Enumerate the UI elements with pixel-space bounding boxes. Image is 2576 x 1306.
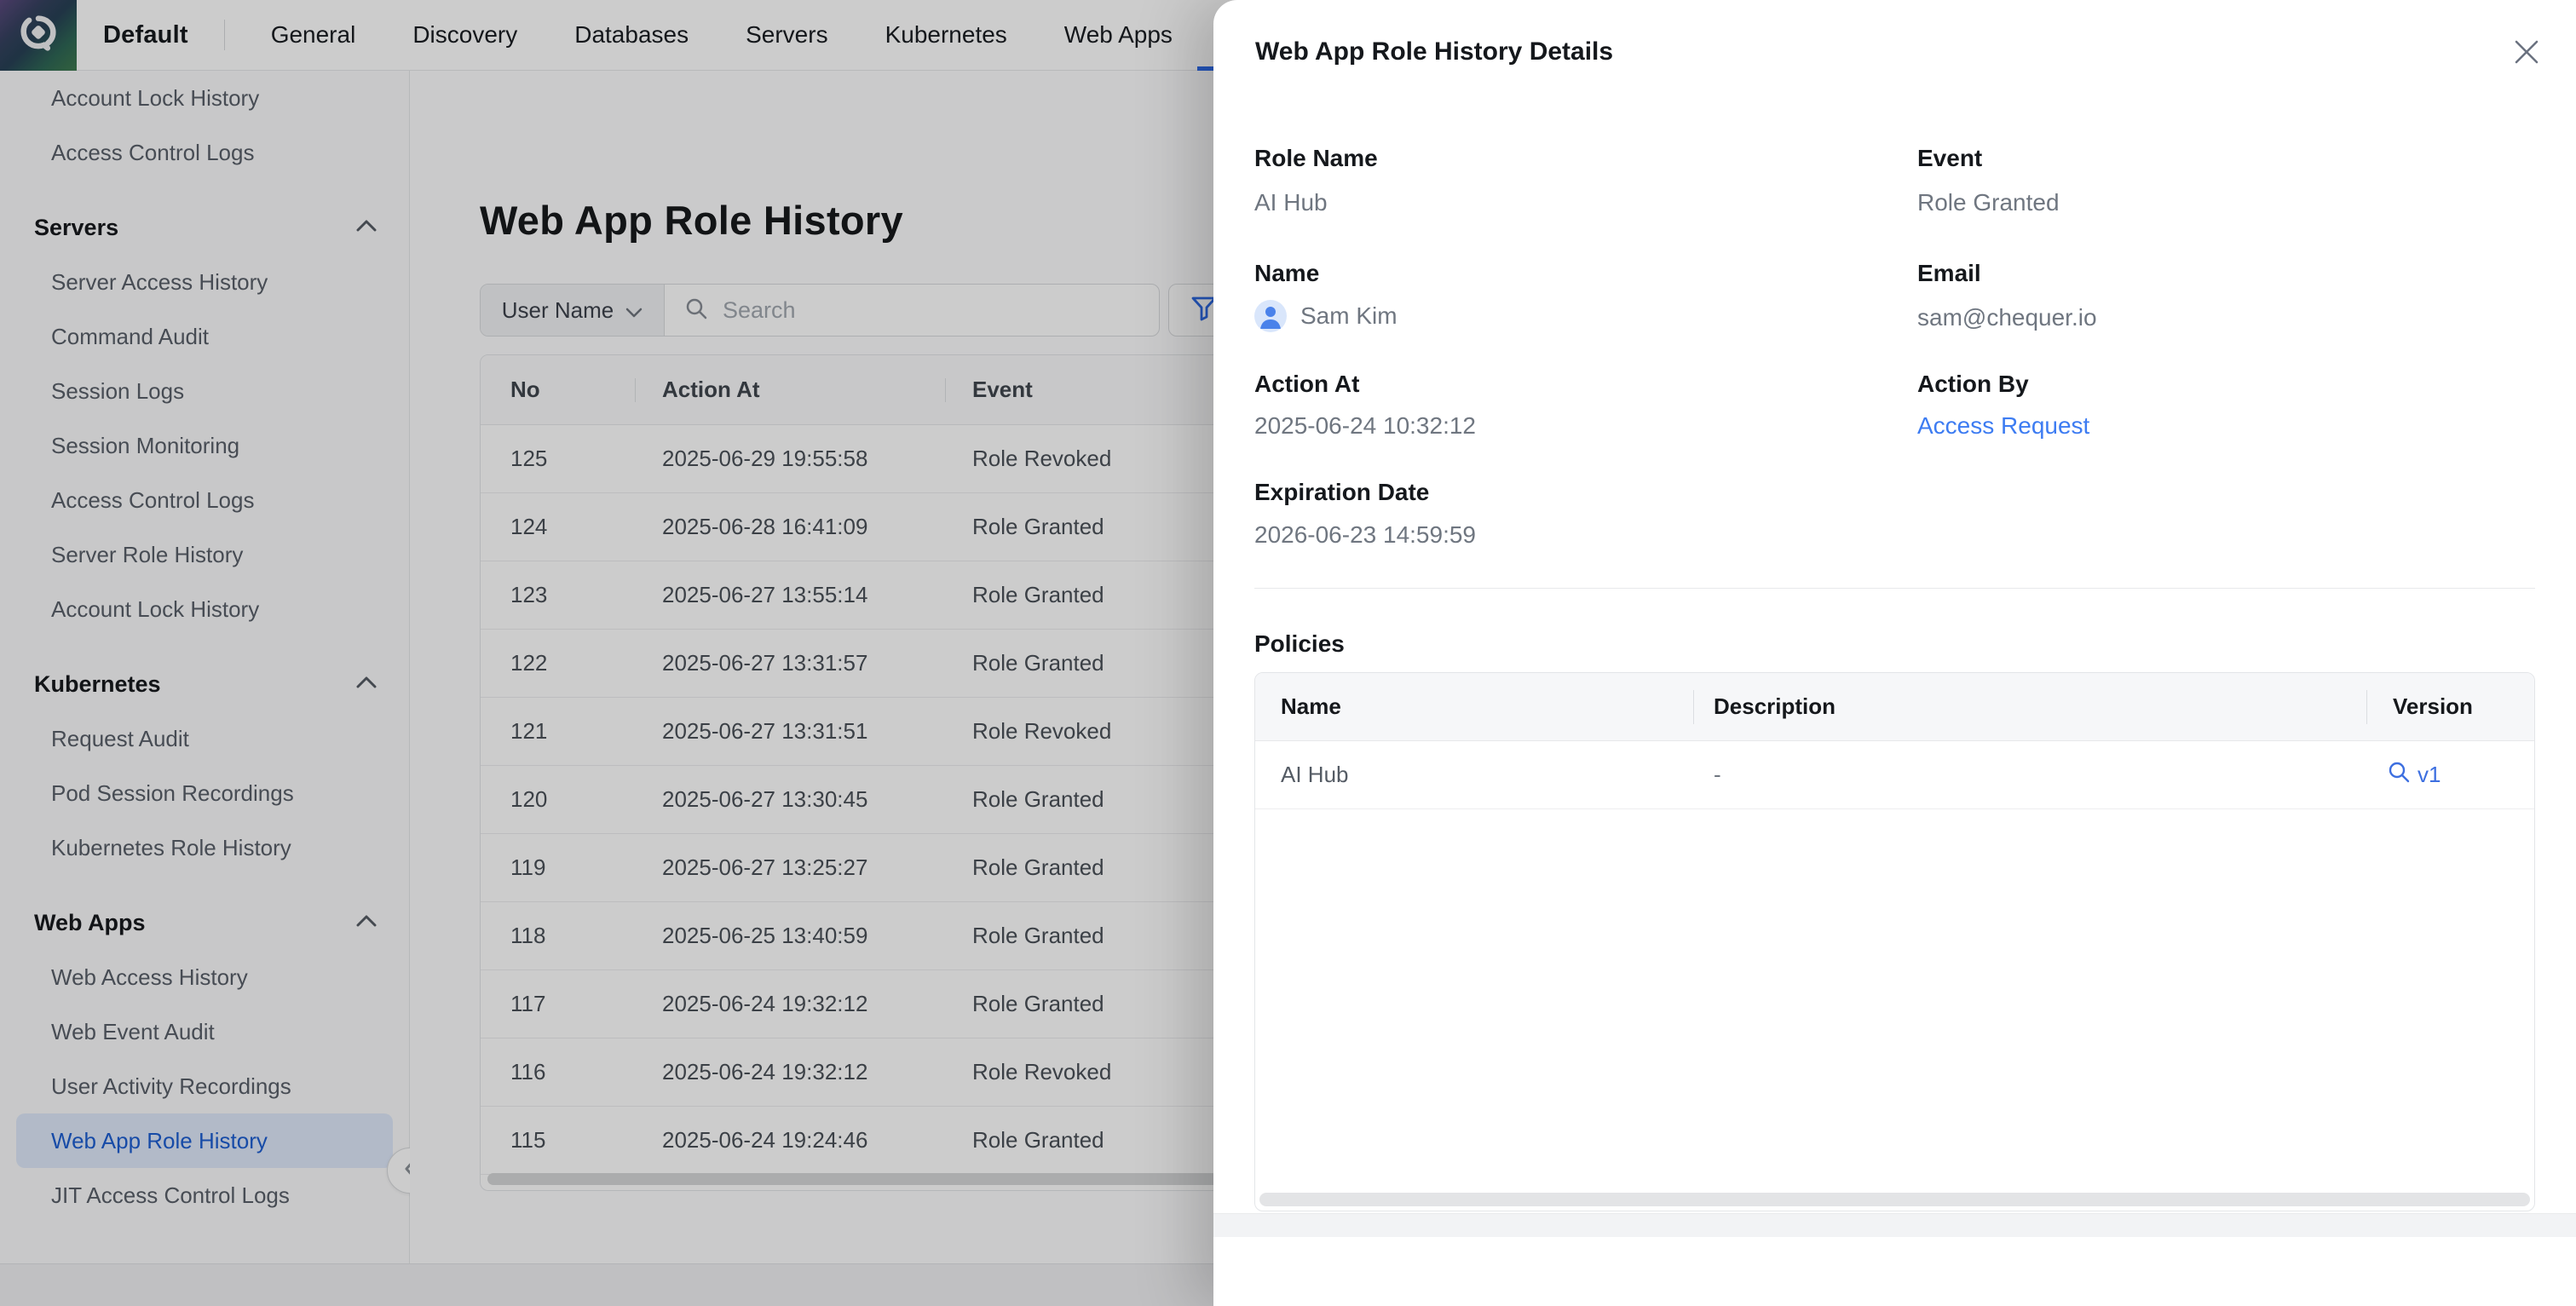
name-value: Sam Kim [1254,300,1397,332]
policy-version-text: v1 [2418,762,2441,788]
policy-description: - [1714,762,1721,788]
policies-horizontal-scrollbar[interactable] [1259,1193,2530,1206]
action-at-label: Action At [1254,371,1359,398]
close-icon [2511,37,2542,70]
policies-table: Name Description Version AI Hub - v1 [1254,672,2535,1211]
policies-body: AI Hub - v1 [1255,741,2534,809]
policies-section-title: Policies [1254,630,1345,658]
action-at-value: 2025-06-24 10:32:12 [1254,412,1476,440]
close-button[interactable] [2510,36,2544,70]
user-avatar [1254,300,1287,332]
policies-column-name: Name [1281,693,1341,720]
column-divider [2366,690,2367,724]
user-name-text: Sam Kim [1300,302,1397,330]
expiration-date-label: Expiration Date [1254,479,1429,506]
role-name-label: Role Name [1254,145,1378,172]
expiration-date-value: 2026-06-23 14:59:59 [1254,521,1476,549]
email-label: Email [1917,260,1981,287]
policies-column-description: Description [1714,693,1835,720]
email-value: sam@chequer.io [1917,304,2097,331]
action-by-label: Action By [1917,371,2029,398]
event-value: Role Granted [1917,189,2060,216]
magnifier-icon [2387,760,2411,790]
section-divider [1254,588,2535,589]
name-label: Name [1254,260,1319,287]
details-panel-title: Web App Role History Details [1255,37,1613,66]
details-panel: Web App Role History Details Role Name A… [1213,0,2576,1306]
role-name-value: AI Hub [1254,189,1328,216]
policies-header-row: Name Description Version [1255,673,2534,741]
policies-column-version: Version [2393,693,2473,720]
column-divider [1693,690,1694,724]
policy-name: AI Hub [1281,762,1349,788]
policy-version-link[interactable]: v1 [2387,760,2441,790]
panel-bottom-band [1213,1213,2576,1237]
action-by-link[interactable]: Access Request [1917,412,2089,440]
policy-row: AI Hub - v1 [1255,741,2534,809]
event-label: Event [1917,145,1982,172]
